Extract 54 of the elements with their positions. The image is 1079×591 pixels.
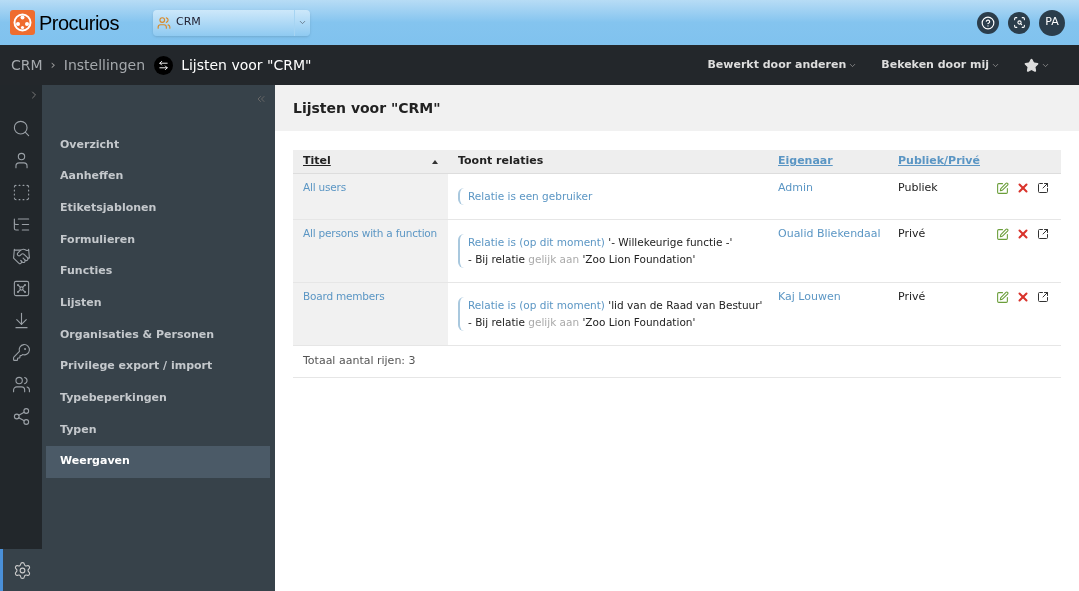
delete-icon[interactable] — [1016, 227, 1030, 241]
sidebar-item[interactable]: Privilege export / import — [46, 350, 270, 383]
edit-icon[interactable] — [996, 227, 1009, 241]
star-icon — [1024, 57, 1039, 73]
owner-link[interactable]: Kaj Louwen — [778, 290, 841, 303]
avatar-button[interactable]: PA — [1039, 9, 1065, 36]
breadcrumb-link[interactable]: CRM — [11, 54, 43, 76]
owner-link[interactable]: Oualid Bliekendaal — [778, 227, 881, 240]
swap-icon — [158, 59, 170, 71]
page-heading: Lijsten voor "CRM" — [181, 55, 312, 75]
open-icon[interactable] — [1037, 228, 1049, 240]
nav-menu[interactable]: Bekeken door mij — [881, 56, 1000, 74]
help-button[interactable] — [977, 11, 999, 34]
sidebar-item[interactable]: Lijsten — [46, 287, 270, 320]
logo-text: Procurios — [39, 10, 119, 36]
search-icon — [1012, 16, 1026, 29]
sort-arrow-icon — [432, 159, 438, 164]
search-button[interactable] — [1008, 11, 1030, 34]
sidebar-item[interactable]: Etiketsjablonen — [46, 192, 270, 225]
owner-link[interactable]: Admin — [778, 181, 814, 194]
sidebar-item[interactable]: Functies — [46, 255, 270, 288]
edit-icon[interactable] — [996, 181, 1009, 195]
sidebar-item[interactable]: Typebeperkingen — [46, 382, 270, 415]
favorites-button[interactable] — [1024, 57, 1050, 73]
edit-icon[interactable] — [996, 290, 1009, 304]
content-title: Lijsten voor "CRM" — [293, 98, 441, 118]
help-icon — [981, 15, 995, 30]
visibility-text: Privé — [898, 227, 926, 240]
column-header: Toont relaties — [458, 153, 545, 170]
relation-filter: Relatie is een gebruiker — [458, 188, 758, 205]
row-count: Totaal aantal rijen: 3 — [303, 354, 416, 367]
visibility-text: Publiek — [898, 181, 938, 194]
sidebar-item[interactable]: Aanheffen — [46, 160, 270, 193]
users-icon — [157, 15, 171, 30]
sidebar-item[interactable]: Overzicht — [46, 129, 270, 161]
column-header[interactable]: Titel — [303, 153, 438, 170]
logo-icon — [10, 10, 35, 35]
app-select[interactable]: CRM — [153, 9, 310, 36]
open-icon[interactable] — [1037, 182, 1049, 194]
sidebar-item[interactable]: Organisaties & Personen — [46, 319, 270, 351]
sidebar-item[interactable]: Weergaven — [46, 445, 270, 478]
switch-button[interactable] — [154, 55, 174, 75]
visibility-text: Privé — [898, 290, 926, 303]
breadcrumb-link[interactable]: Instellingen — [63, 54, 146, 76]
breadcrumb-separator: › — [50, 56, 56, 75]
delete-icon[interactable] — [1016, 290, 1030, 304]
settings-icon[interactable] — [0, 549, 42, 591]
sidebar-item[interactable]: Formulieren — [46, 224, 270, 256]
sidebar-item[interactable]: Typen — [46, 414, 270, 446]
caret-icon — [298, 18, 307, 27]
relation-filter: Relatie is (op dit moment) '- Willekeurige functie -' - Bij relatie gelijk aan 'Zoo Lion Foundation' — [458, 234, 758, 268]
open-icon[interactable] — [1037, 291, 1049, 303]
delete-icon[interactable] — [1016, 181, 1030, 195]
nav-menu[interactable]: Bewerkt door anderen — [707, 56, 858, 74]
